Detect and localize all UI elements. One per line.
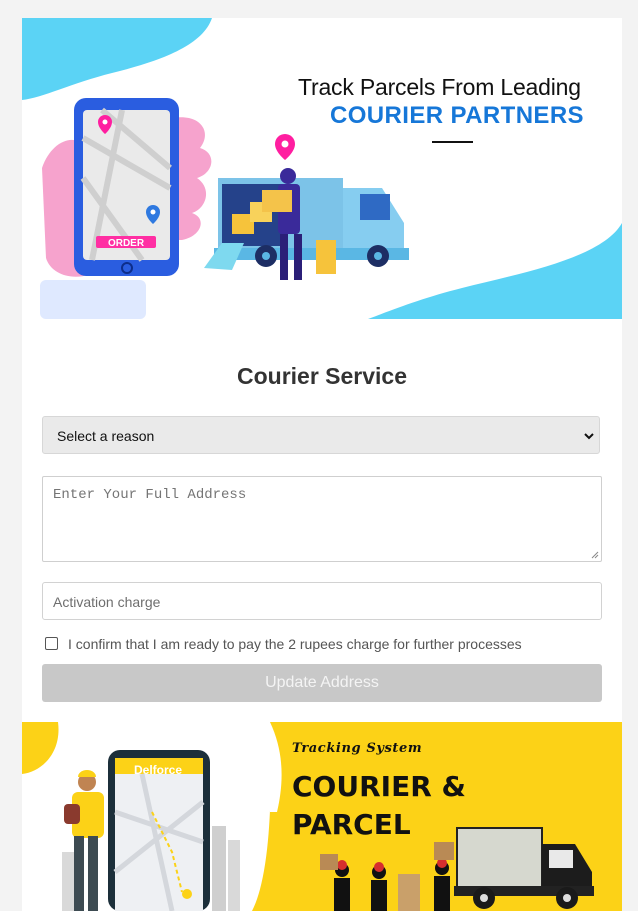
courier-illustration: ORDER — [22, 18, 622, 319]
confirm-checkbox[interactable] — [45, 637, 58, 650]
confirm-row: I confirm that I am ready to pay the 2 r… — [45, 635, 605, 653]
bottom-headline: COURIER & PARCEL — [292, 768, 466, 844]
address-placeholder: Enter Your Full Address — [53, 487, 247, 503]
order-label: ORDER — [108, 238, 145, 249]
headline-line-2: PARCEL — [292, 808, 411, 841]
address-textarea[interactable]: Enter Your Full Address — [42, 476, 602, 562]
activation-charge-input[interactable]: Activation charge — [42, 582, 602, 620]
tracking-tagline: Tracking System — [292, 741, 423, 756]
page-card: ORDER Track Parcels From Leading COURIER… — [22, 18, 622, 911]
bottom-banner: Delforce Tracking System COURIER & PARCE… — [22, 722, 622, 911]
banner-divider — [432, 141, 473, 143]
headline-line-1: COURIER & — [292, 770, 466, 803]
banner-subtitle: COURIER PARTNERS — [330, 102, 584, 129]
confirm-label: I confirm that I am ready to pay the 2 r… — [68, 636, 522, 652]
brand-logo-text: Delforce — [134, 763, 183, 777]
chevron-down-icon — [584, 433, 594, 440]
top-banner: ORDER Track Parcels From Leading COURIER… — [22, 18, 622, 319]
reason-select[interactable]: Select a reason — [42, 416, 600, 454]
resize-grip-icon[interactable] — [591, 551, 599, 559]
update-address-button[interactable]: Update Address — [42, 664, 602, 702]
banner-title: Track Parcels From Leading — [298, 74, 581, 100]
reason-select-value: Select a reason — [57, 428, 155, 444]
activation-charge-placeholder: Activation charge — [53, 594, 161, 610]
page-title: Courier Service — [236, 363, 408, 389]
